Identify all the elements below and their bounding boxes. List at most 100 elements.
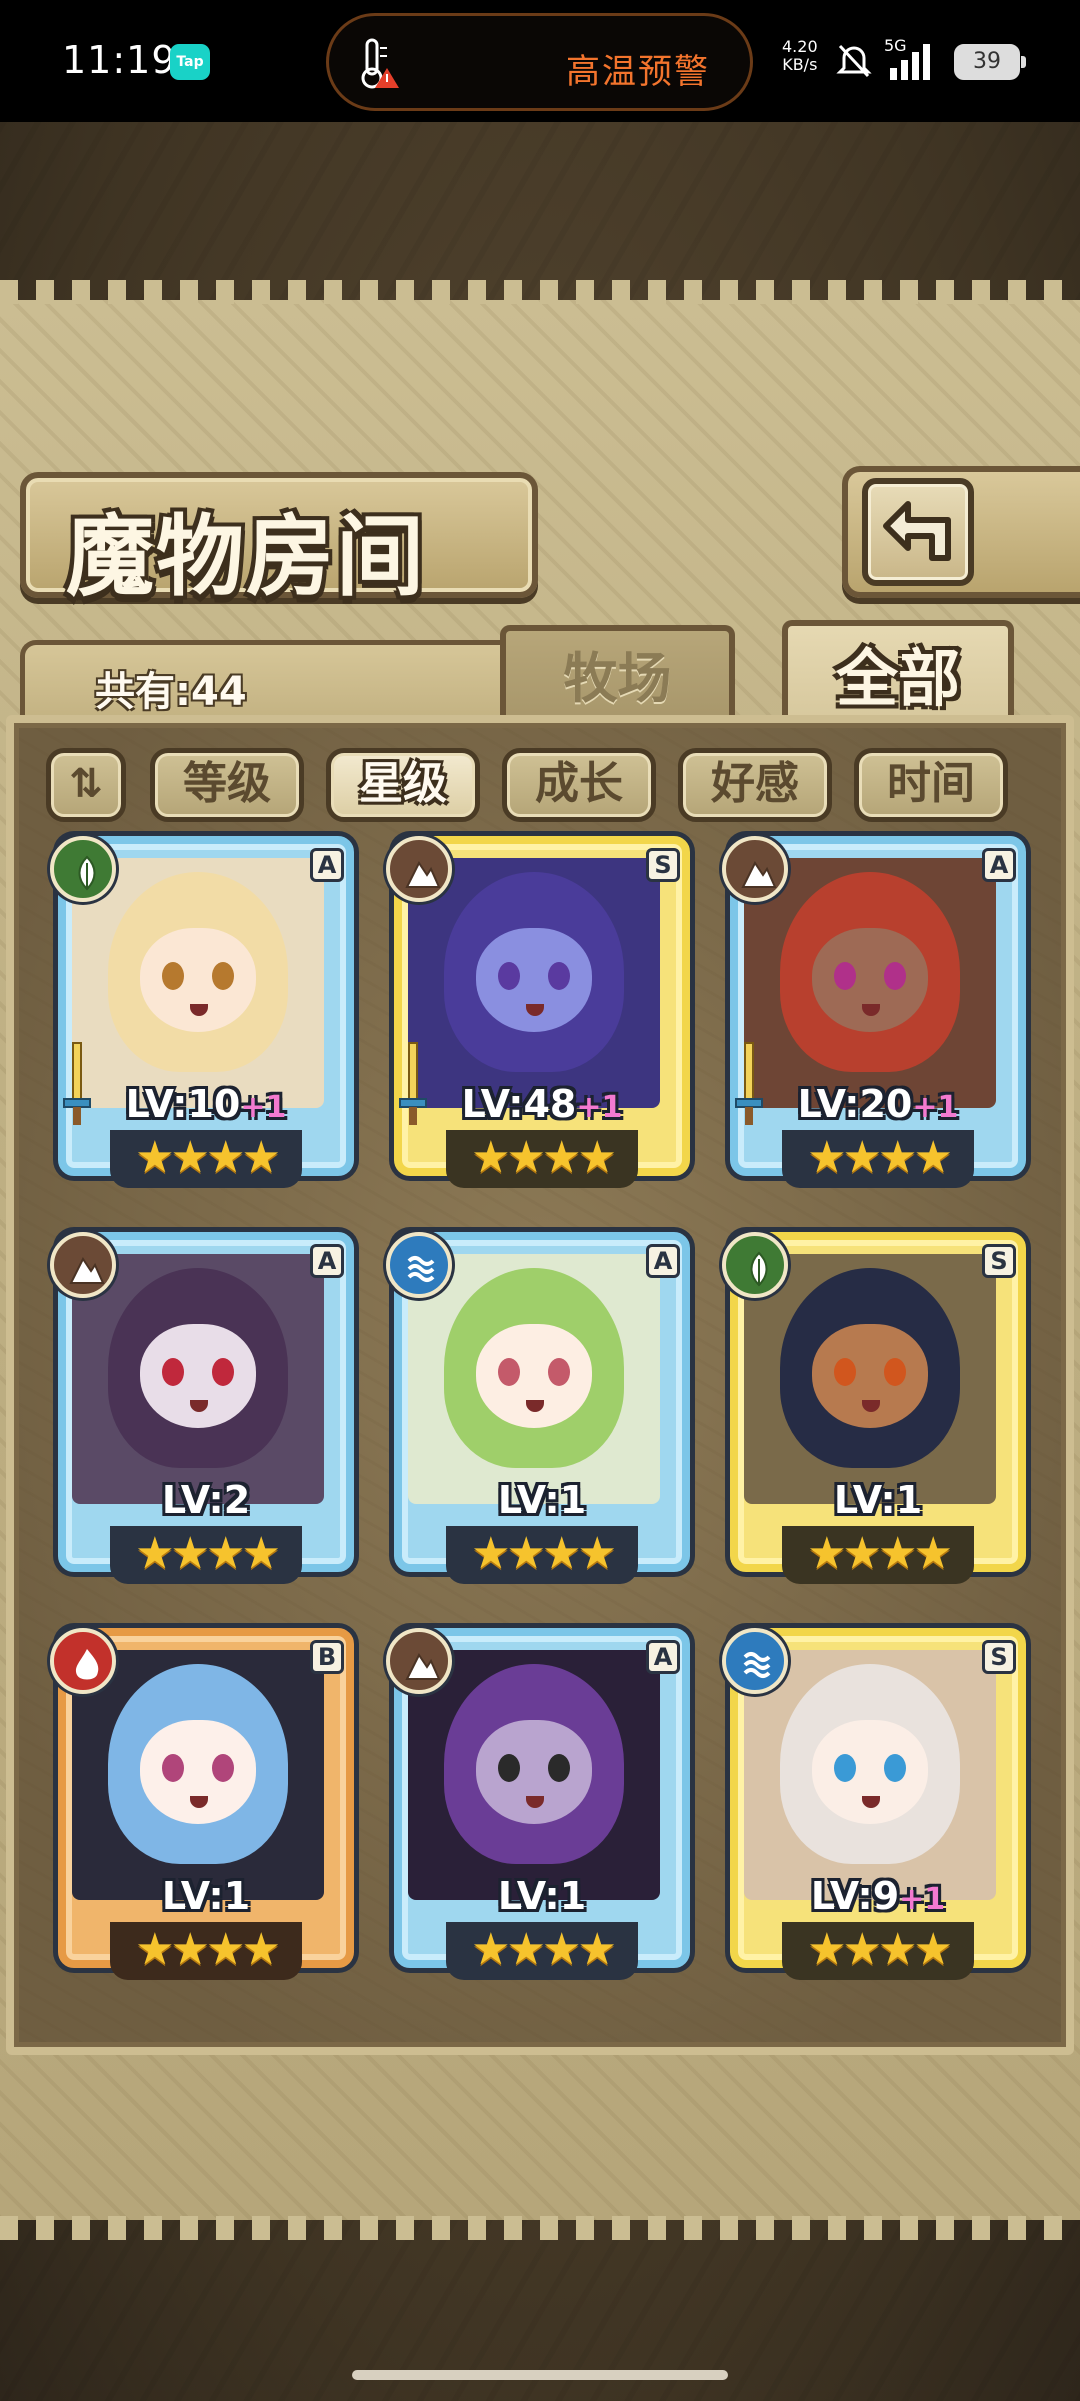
alert-text: 高温预警 bbox=[566, 52, 710, 92]
portrait-face bbox=[812, 928, 928, 1032]
level-value: LV:48 bbox=[461, 1082, 577, 1126]
level-label: LV:20+1 bbox=[722, 1082, 1034, 1126]
rank-badge: A bbox=[310, 848, 344, 882]
rank-badge: S bbox=[982, 1640, 1016, 1674]
clock: 11:19 bbox=[62, 38, 177, 82]
portrait-eye bbox=[498, 962, 520, 990]
fire-element-icon bbox=[50, 1628, 116, 1694]
filter-affection[interactable]: 好感 bbox=[678, 748, 832, 822]
sort-filter-bar: ⇅ 等级 星级 成长 好感 时间 bbox=[46, 748, 1036, 828]
portrait-eye bbox=[834, 1358, 856, 1386]
monster-card[interactable]: S LV:48+1 ★★★★ bbox=[386, 836, 698, 1206]
star-rating: ★★★★ bbox=[446, 1130, 638, 1188]
level-value: LV:1 bbox=[497, 1874, 587, 1918]
network-speed-unit: KB/s bbox=[782, 55, 818, 74]
monster-card[interactable]: A LV:20+1 ★★★★ bbox=[722, 836, 1034, 1206]
level-label: LV:1 bbox=[386, 1874, 698, 1918]
monster-card[interactable]: A LV:1 ★★★★ bbox=[386, 1628, 698, 1998]
filter-star[interactable]: 星级 bbox=[326, 748, 480, 822]
level-label: LV:48+1 bbox=[386, 1082, 698, 1126]
level-label: LV:2 bbox=[50, 1478, 362, 1522]
back-button[interactable] bbox=[862, 478, 974, 586]
filter-time[interactable]: 时间 bbox=[854, 748, 1008, 822]
level-value: LV:9 bbox=[810, 1874, 900, 1918]
portrait-eye bbox=[498, 1358, 520, 1386]
taptap-icon: Tap bbox=[170, 44, 210, 80]
level-bonus: +1 bbox=[912, 1090, 959, 1125]
nature-element-icon bbox=[50, 836, 116, 902]
level-label: LV:10+1 bbox=[50, 1082, 362, 1126]
portrait-face bbox=[812, 1720, 928, 1824]
monster-portrait bbox=[72, 1650, 324, 1900]
monster-count: 共有:44 bbox=[95, 669, 247, 715]
portrait-eye bbox=[162, 1358, 184, 1386]
monster-card[interactable]: B LV:1 ★★★★ bbox=[50, 1628, 362, 1998]
portrait-eye bbox=[548, 1358, 570, 1386]
battery-indicator: 39 bbox=[954, 44, 1026, 80]
rank-badge: S bbox=[646, 848, 680, 882]
portrait-face bbox=[140, 928, 256, 1032]
filter-level[interactable]: 等级 bbox=[150, 748, 304, 822]
monster-card[interactable]: A LV:10+1 ★★★★ bbox=[50, 836, 362, 1206]
mute-bell-icon bbox=[836, 44, 872, 78]
level-value: LV:2 bbox=[161, 1478, 251, 1522]
portrait-eye bbox=[162, 962, 184, 990]
level-value: LV:1 bbox=[497, 1478, 587, 1522]
monster-portrait bbox=[72, 1254, 324, 1504]
star-rating: ★★★★ bbox=[782, 1130, 974, 1188]
rank-badge: B bbox=[310, 1640, 344, 1674]
tab-all[interactable]: 全部 bbox=[782, 620, 1014, 730]
level-label: LV:9+1 bbox=[722, 1874, 1034, 1918]
tab-farm[interactable]: 牧场 bbox=[500, 625, 735, 725]
home-indicator[interactable] bbox=[352, 2370, 728, 2380]
portrait-eye bbox=[498, 1754, 520, 1782]
network-speed-value: 4.20 bbox=[782, 37, 818, 56]
monster-card[interactable]: S LV:1 ★★★★ bbox=[722, 1232, 1034, 1602]
return-arrow-icon bbox=[883, 501, 951, 561]
page-title: 魔物房间 bbox=[66, 505, 427, 608]
level-label: LV:1 bbox=[50, 1874, 362, 1918]
rank-badge: S bbox=[982, 1244, 1016, 1278]
portrait-face bbox=[140, 1720, 256, 1824]
star-rating: ★★★★ bbox=[782, 1922, 974, 1980]
earth-element-icon bbox=[722, 836, 788, 902]
portrait-face bbox=[140, 1324, 256, 1428]
monster-portrait bbox=[408, 858, 660, 1108]
sort-order-toggle[interactable]: ⇅ bbox=[46, 748, 126, 822]
level-bonus: +1 bbox=[240, 1090, 287, 1125]
monster-card[interactable]: S LV:9+1 ★★★★ bbox=[722, 1628, 1034, 1998]
level-bonus: +1 bbox=[899, 1882, 946, 1917]
portrait-eye bbox=[834, 1754, 856, 1782]
portrait-eye bbox=[212, 1754, 234, 1782]
star-rating: ★★★★ bbox=[110, 1130, 302, 1188]
portrait-eye bbox=[884, 1358, 906, 1386]
rank-badge: A bbox=[982, 848, 1016, 882]
monster-card[interactable]: A LV:1 ★★★★ bbox=[386, 1232, 698, 1602]
star-rating: ★★★★ bbox=[782, 1526, 974, 1584]
portrait-face bbox=[812, 1324, 928, 1428]
rank-badge: A bbox=[646, 1640, 680, 1674]
monster-portrait bbox=[408, 1650, 660, 1900]
portrait-face bbox=[476, 1720, 592, 1824]
star-rating: ★★★★ bbox=[446, 1922, 638, 1980]
rank-badge: A bbox=[646, 1244, 680, 1278]
monster-portrait bbox=[744, 1254, 996, 1504]
earth-element-icon bbox=[386, 1628, 452, 1694]
filter-growth[interactable]: 成长 bbox=[502, 748, 656, 822]
thermometer-warning-icon bbox=[361, 38, 399, 89]
water-element-icon bbox=[722, 1628, 788, 1694]
monster-portrait bbox=[744, 1650, 996, 1900]
water-element-icon bbox=[386, 1232, 452, 1298]
nature-element-icon bbox=[722, 1232, 788, 1298]
monster-card[interactable]: A LV:2 ★★★★ bbox=[50, 1232, 362, 1602]
high-temp-alert-pill[interactable]: 高温预警 bbox=[326, 13, 753, 111]
back-button-holder bbox=[842, 466, 1080, 598]
monster-portrait bbox=[408, 1254, 660, 1504]
star-rating: ★★★★ bbox=[110, 1526, 302, 1584]
earth-element-icon bbox=[386, 836, 452, 902]
level-value: LV:1 bbox=[161, 1874, 251, 1918]
star-rating: ★★★★ bbox=[446, 1526, 638, 1584]
portrait-face bbox=[476, 1324, 592, 1428]
signal-bars-icon bbox=[890, 44, 930, 80]
network-speed: 4.20 KB/s bbox=[782, 38, 818, 74]
